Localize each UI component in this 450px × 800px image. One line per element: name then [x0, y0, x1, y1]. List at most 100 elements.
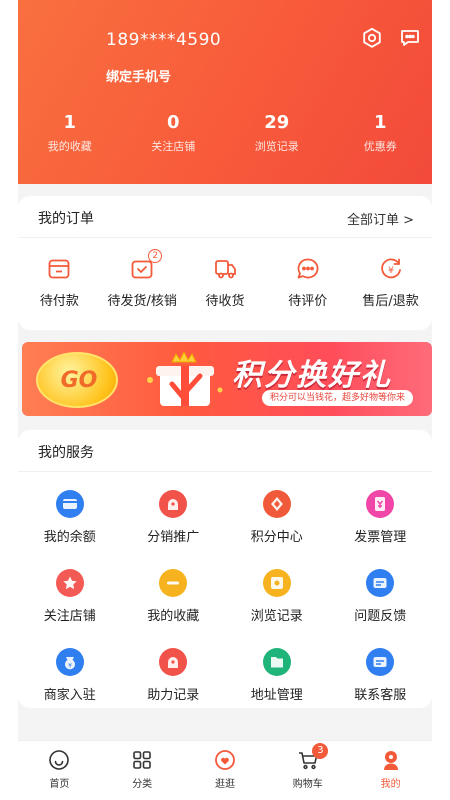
order-label: 待评价 [288, 294, 328, 309]
order-pending-shipment[interactable]: 2 待发货/核销 [101, 249, 184, 309]
stat-value: 0 [166, 112, 180, 133]
tab-label: 我的 [380, 779, 401, 790]
go-text: GO [60, 368, 98, 393]
service-merchant-join[interactable]: ¥ 商家入驻 [18, 648, 122, 703]
profile-header: 189****4590 绑定手机号 1 我的收藏 0 关注店铺 29 浏览记录 … [18, 0, 432, 184]
truck-icon [212, 256, 238, 282]
stat-coupons[interactable]: 1 优惠券 [329, 112, 433, 154]
invoice-icon [366, 490, 395, 518]
stat-label: 我的收藏 [47, 140, 92, 153]
order-after-sales[interactable]: ¥ 售后/退款 [349, 256, 432, 309]
order-label: 待付款 [39, 294, 79, 309]
stat-value: 1 [373, 112, 387, 133]
orders-card: 我的订单 全部订单 > 待付款 2 待发货/核销 待收货 待评价 ¥ 售后/退款 [18, 196, 432, 330]
tab-profile[interactable]: 我的 [349, 741, 432, 800]
service-label: 积分中心 [250, 530, 303, 545]
banner-subtitle: 积分可以当钱花，超多好物等你来 [262, 390, 414, 406]
comment-icon [295, 256, 321, 282]
stat-value: 1 [63, 112, 77, 133]
service-points[interactable]: 积分中心 [225, 490, 329, 545]
svg-text:¥: ¥ [388, 266, 394, 276]
service-followed-stores[interactable]: 关注店铺 [18, 569, 122, 624]
service-label: 问题反馈 [354, 609, 407, 624]
merchant-icon: ¥ [55, 648, 84, 676]
service-label: 关注店铺 [43, 609, 96, 624]
category-icon [131, 749, 153, 771]
stat-browse-history[interactable]: 29 浏览记录 [225, 112, 329, 154]
order-pending-payment[interactable]: 待付款 [18, 256, 101, 309]
order-pending-receipt[interactable]: 待收货 [184, 256, 267, 309]
tab-cart[interactable]: 3 购物车 [266, 741, 349, 800]
service-address[interactable]: 地址管理 [225, 648, 329, 703]
tab-label: 首页 [49, 779, 70, 790]
tab-explore[interactable]: 逛逛 [184, 741, 267, 800]
store-follow-icon [55, 569, 84, 597]
home-icon [48, 749, 70, 771]
stat-label: 优惠券 [363, 140, 397, 153]
order-label: 售后/退款 [362, 294, 419, 309]
tab-label: 逛逛 [214, 779, 235, 790]
stats-row: 1 我的收藏 0 关注店铺 29 浏览记录 1 优惠券 [18, 112, 432, 154]
points-icon [262, 490, 291, 518]
services-title: 我的服务 [38, 445, 94, 461]
services-header: 我的服务 [18, 430, 432, 472]
balance-icon [55, 490, 84, 518]
service-feedback[interactable]: 问题反馈 [329, 569, 433, 624]
orders-header: 我的订单 全部订单 > [18, 196, 432, 238]
refund-icon: ¥ [378, 256, 404, 282]
stat-label: 关注店铺 [151, 140, 196, 153]
package-check-icon: 2 [129, 249, 163, 282]
svg-text:¥: ¥ [68, 663, 72, 670]
order-label: 待收货 [205, 294, 245, 309]
user-phone[interactable]: 189****4590 [106, 30, 221, 50]
service-balance[interactable]: 我的余额 [18, 490, 122, 545]
explore-icon [214, 749, 236, 771]
banner-title: 积分换好礼 [232, 358, 392, 393]
order-label: 待发货/核销 [107, 294, 177, 309]
all-orders-link[interactable]: 全部订单 > [347, 209, 414, 228]
tab-label: 分类 [132, 779, 153, 790]
pending-shipment-badge: 2 [148, 249, 163, 263]
phone-screen: 189****4590 绑定手机号 1 我的收藏 0 关注店铺 29 浏览记录 … [18, 0, 432, 800]
service-label: 我的余额 [43, 530, 96, 545]
service-label: 商家入驻 [43, 688, 96, 703]
service-label: 我的收藏 [147, 609, 200, 624]
assist-icon [159, 648, 188, 676]
stat-label: 浏览记录 [254, 140, 299, 153]
tab-category[interactable]: 分类 [101, 741, 184, 800]
service-label: 发票管理 [354, 530, 407, 545]
customer-service-icon [366, 648, 395, 676]
service-customer-service[interactable]: 联系客服 [329, 648, 433, 703]
history-icon [262, 569, 291, 597]
message-icon[interactable] [398, 26, 422, 50]
service-promotion[interactable]: 分销推广 [122, 490, 226, 545]
gift-box-icon [142, 350, 228, 410]
service-favorites[interactable]: 我的收藏 [122, 569, 226, 624]
tab-home[interactable]: 首页 [18, 741, 101, 800]
service-label: 分销推广 [147, 530, 200, 545]
feedback-icon [366, 569, 395, 597]
settings-icon[interactable] [360, 26, 384, 50]
service-invoice[interactable]: 发票管理 [329, 490, 433, 545]
stat-favorites[interactable]: 1 我的收藏 [18, 112, 122, 154]
service-label: 助力记录 [147, 688, 200, 703]
points-banner[interactable]: GO 积分换好礼 积分可以当钱花，超多好物等你来 [22, 342, 432, 416]
cart-count-badge: 3 [312, 743, 329, 759]
service-assist-records[interactable]: 助力记录 [122, 648, 226, 703]
services-grid: 我的余额 分销推广 积分中心 发票管理 关注店铺 我的收藏 浏览记录 问题反馈 … [18, 490, 432, 703]
services-card: 我的服务 我的余额 分销推广 积分中心 发票管理 关注店铺 我的收藏 浏览记录 … [18, 430, 432, 708]
profile-icon [380, 749, 402, 771]
service-browse-history[interactable]: 浏览记录 [225, 569, 329, 624]
service-label: 地址管理 [250, 688, 303, 703]
order-status-row: 待付款 2 待发货/核销 待收货 待评价 ¥ 售后/退款 [18, 249, 432, 309]
stat-followed-stores[interactable]: 0 关注店铺 [122, 112, 226, 154]
tab-label: 购物车 [292, 779, 323, 790]
promotion-icon [159, 490, 188, 518]
bottom-tab-bar: 首页 分类 逛逛 3 购物车 我的 [18, 740, 432, 800]
order-pending-review[interactable]: 待评价 [266, 256, 349, 309]
bind-phone-link[interactable]: 绑定手机号 [106, 66, 171, 85]
orders-title: 我的订单 [38, 211, 94, 227]
service-label: 浏览记录 [250, 609, 303, 624]
favorite-icon [159, 569, 188, 597]
stat-value: 29 [264, 112, 290, 133]
